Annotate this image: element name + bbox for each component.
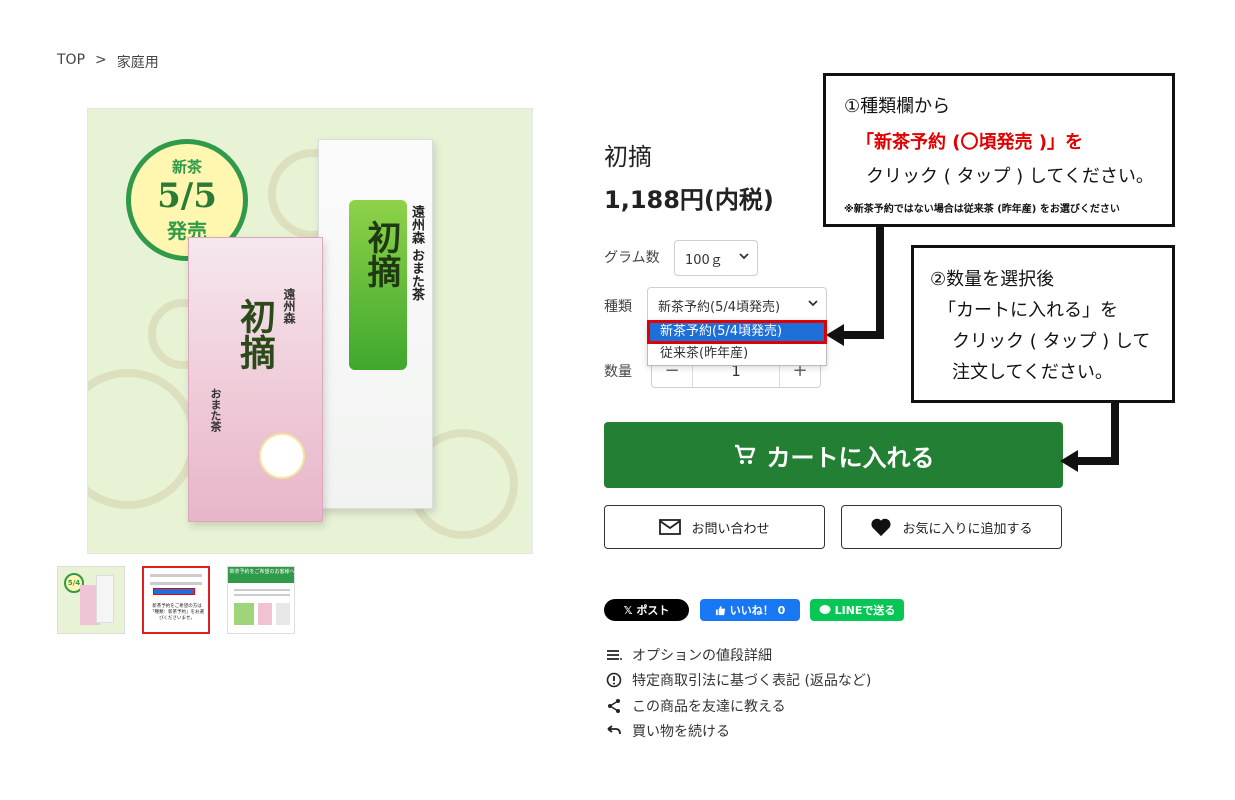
flower-decoration: [259, 433, 305, 479]
mail-icon: [659, 519, 682, 535]
gram-select-value: 100ｇ: [685, 252, 723, 268]
callout2-arrow-head: [1060, 450, 1078, 472]
type-option-new-tea[interactable]: 新茶予約(5/4頃発売): [647, 320, 827, 344]
share-friend-label: この商品を友達に教える: [632, 698, 786, 715]
thumbnail-new-tea-info[interactable]: 新茶予約をご希望のお客様へ: [227, 566, 295, 634]
package-subtitle: 遠州森: [282, 288, 296, 324]
list-icon: [607, 649, 622, 660]
callout2-line2: 「カートに入れる」を: [938, 300, 1118, 321]
callout2-line3: クリック ( タップ ) して: [952, 331, 1151, 352]
product-main-image[interactable]: 新茶 5/5 発売 初摘 遠州森 おまた茶 初摘 遠州森 おまた茶: [87, 108, 533, 554]
type-label: 種類: [604, 299, 632, 315]
instruction-callout-type: ①種類欄から 「新茶予約 (〇頃発売 )」を クリック ( タップ ) してくだ…: [823, 73, 1175, 227]
breadcrumb-current[interactable]: 家庭用: [117, 52, 159, 72]
inquiry-button[interactable]: お問い合わせ: [604, 505, 825, 549]
add-to-cart-label: カートに入れる: [766, 443, 935, 472]
callout1-line1: ①種類欄から: [844, 96, 951, 117]
favorite-label: お気に入りに追加する: [902, 521, 1033, 537]
white-tea-package: 初摘 遠州森 おまた茶: [318, 139, 433, 509]
callout2-arrow-bar: [1074, 457, 1119, 465]
legal-notice-label: 特定商取引法に基づく表記 (返品など): [632, 673, 872, 690]
callout2-arrow-stem: [1111, 403, 1119, 465]
option-price-link[interactable]: オプションの値段詳細: [606, 642, 871, 668]
thumbnail-order-guide[interactable]: 新茶予約をご希望の方は「種類：新茶予約」をお選びくださいませ。: [142, 566, 210, 634]
thumbnail-product[interactable]: 5/4: [57, 566, 125, 634]
legal-notice-link[interactable]: 特定商取引法に基づく表記 (返品など): [606, 668, 871, 694]
x-post-label: ポスト: [636, 604, 670, 617]
product-price: 1,188円(内税): [604, 186, 774, 214]
favorite-button[interactable]: お気に入りに追加する: [841, 505, 1062, 549]
x-post-button[interactable]: 𝕏 ポスト: [604, 599, 689, 621]
callout1-arrow-stem: [876, 227, 884, 339]
line-icon: [819, 605, 831, 614]
qty-label: 数量: [604, 364, 632, 380]
line-share-label: LINEで送る: [834, 604, 896, 617]
facebook-like-label: いいね！ 0: [729, 604, 786, 617]
option-price-label: オプションの値段詳細: [632, 647, 772, 664]
x-logo-icon: 𝕏: [623, 603, 633, 617]
breadcrumb-top-link[interactable]: TOP: [57, 52, 85, 72]
callout1-line2: 「新茶予約 (〇頃発売 )」を: [856, 132, 1083, 153]
inquiry-label: お問い合わせ: [691, 521, 770, 537]
callout1-line3: クリック ( タップ ) してください。: [866, 166, 1154, 187]
chevron-down-icon: [739, 253, 749, 260]
callout1-note: ※新茶予約ではない場合は従来茶 (昨年産) をお選びください: [844, 204, 1120, 215]
continue-shopping-label: 買い物を続ける: [632, 724, 730, 741]
instruction-callout-cart: ②数量を選択後 「カートに入れる」を クリック ( タップ ) して 注文してく…: [911, 245, 1175, 403]
thumbnail-info-title: 新茶予約をご希望のお客様へ: [228, 567, 294, 583]
facebook-like-button[interactable]: いいね！ 0: [700, 599, 800, 621]
breadcrumb: TOP > 家庭用: [57, 52, 159, 72]
gram-label: グラム数: [604, 250, 660, 266]
type-dropdown-list: 新茶予約(5/4頃発売) 従来茶(昨年産): [647, 320, 827, 366]
share-friend-link[interactable]: この商品を友達に教える: [606, 693, 871, 719]
continue-shopping-link[interactable]: 買い物を続ける: [606, 719, 871, 745]
package-brand: おまた茶: [209, 388, 222, 432]
callout2-line1: ②数量を選択後: [930, 269, 1055, 290]
decorative-circle: [88, 369, 198, 509]
thumbnail-strip: 5/4 新茶予約をご希望の方は「種類：新茶予約」をお選びくださいませ。 新茶予約…: [57, 566, 295, 634]
pink-tea-package: 初摘 遠州森 おまた茶: [188, 237, 323, 522]
chevron-down-icon: [808, 300, 818, 307]
heart-icon: [871, 518, 892, 537]
breadcrumb-separator: >: [95, 52, 107, 68]
product-title: 初摘: [604, 143, 652, 171]
package-subtitle: 遠州森 おまた茶: [409, 205, 424, 301]
thumbs-up-icon: [715, 605, 725, 615]
add-to-cart-button[interactable]: カートに入れる: [604, 422, 1063, 488]
share-icon: [608, 698, 620, 713]
gram-select[interactable]: 100ｇ: [674, 240, 758, 276]
thumbnail-guide-text: 新茶予約をご希望の方は「種類：新茶予約」をお選びくださいませ。: [150, 604, 204, 621]
callout2-line4: 注文してください。: [952, 362, 1113, 383]
return-arrow-icon: [607, 725, 621, 735]
type-option-regular-tea[interactable]: 従来茶(昨年産): [648, 343, 826, 365]
type-select-value: 新茶予約(5/4頃発売): [658, 299, 781, 315]
cart-icon: [734, 444, 755, 464]
line-share-button[interactable]: LINEで送る: [810, 599, 904, 621]
callout1-arrow-bar: [840, 331, 884, 339]
callout1-arrow-head: [826, 324, 844, 346]
package-title: 初摘: [234, 298, 276, 370]
type-select[interactable]: 新茶予約(5/4頃発売): [647, 287, 827, 323]
alert-circle-icon: [606, 672, 622, 688]
product-links: オプションの値段詳細 特定商取引法に基づく表記 (返品など) この商品を友達に教…: [606, 642, 871, 744]
package-title: 初摘: [361, 220, 401, 288]
